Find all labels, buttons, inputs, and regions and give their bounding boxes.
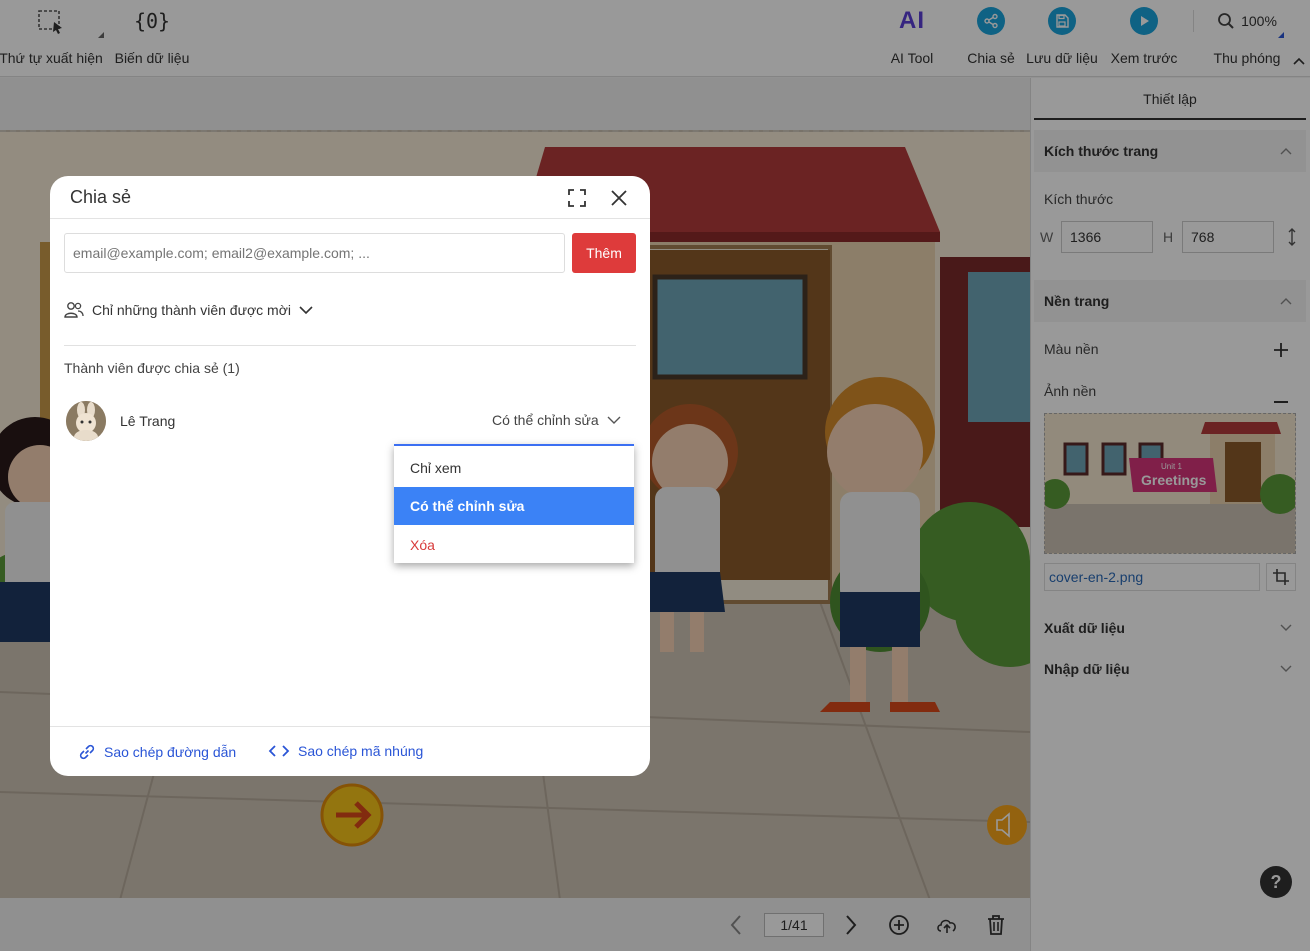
avatar	[66, 401, 106, 441]
close-button[interactable]	[608, 187, 630, 209]
menu-item-remove[interactable]: Xóa	[394, 526, 634, 564]
member-permission-value: Có thể chỉnh sửa	[492, 412, 599, 428]
fullscreen-icon	[568, 189, 586, 207]
copy-link-label: Sao chép đường dẫn	[104, 744, 237, 760]
copy-link-button[interactable]: Sao chép đường dẫn	[78, 743, 236, 761]
close-icon	[611, 190, 627, 206]
chevron-down-icon	[607, 416, 621, 424]
link-icon	[79, 744, 95, 760]
email-input[interactable]	[64, 233, 565, 273]
members-title: Thành viên được chia sẻ (1)	[64, 360, 240, 376]
code-icon	[268, 745, 290, 757]
menu-item-can-edit[interactable]: Có thể chỉnh sửa	[394, 487, 634, 525]
access-mode-select[interactable]: Chỉ những thành viên được mời	[64, 299, 313, 321]
menu-item-view-only[interactable]: Chỉ xem	[394, 449, 634, 487]
permission-dropdown-menu: Chỉ xem Có thể chỉnh sửa Xóa	[394, 444, 634, 563]
chevron-down-icon	[299, 305, 313, 314]
divider	[64, 345, 636, 346]
dialog-title: Chia sẻ	[70, 187, 132, 207]
copy-embed-label: Sao chép mã nhúng	[298, 743, 424, 759]
member-permission-select[interactable]: Có thể chỉnh sửa	[492, 412, 621, 428]
copy-embed-button[interactable]: Sao chép mã nhúng	[268, 743, 423, 759]
add-member-button[interactable]: Thêm	[572, 233, 636, 273]
fullscreen-button[interactable]	[566, 187, 588, 209]
bunny-avatar-image	[66, 401, 106, 441]
member-name: Lê Trang	[120, 413, 176, 429]
dialog-header: Chia sẻ	[50, 176, 650, 219]
users-icon	[64, 302, 84, 318]
access-mode-label: Chỉ những thành viên được mời	[92, 302, 291, 318]
